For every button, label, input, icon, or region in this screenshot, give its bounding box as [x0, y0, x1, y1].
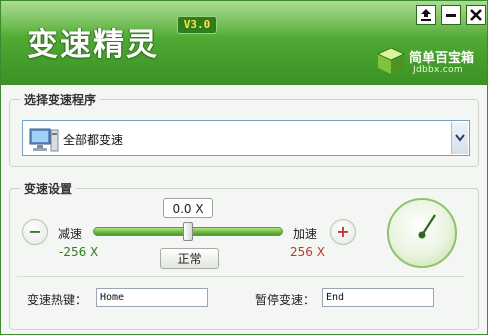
version-badge: V3.0 — [177, 16, 217, 34]
computer-icon — [29, 128, 59, 152]
title-bar[interactable]: 变速精灵 V3.0 简单百宝箱 Jdbbx.com — [1, 1, 487, 85]
plus-icon: + — [336, 222, 350, 241]
pause-hotkey-label: 暂停变速： — [255, 293, 316, 307]
program-select[interactable]: 全部都变速 — [22, 120, 470, 156]
fast-value: 256 X — [290, 245, 325, 259]
speed-gauge — [387, 198, 457, 268]
increase-speed-button[interactable]: + — [330, 219, 356, 245]
speed-slider-thumb[interactable] — [183, 222, 193, 241]
speed-hotkey-label: 变速热键： — [27, 293, 88, 307]
minus-icon: − — [28, 222, 42, 241]
brand-cube-icon — [377, 47, 405, 74]
speed-hotkey-input[interactable]: Home — [96, 288, 208, 307]
normal-speed-button[interactable]: 正常 — [160, 248, 219, 269]
pause-hotkey-input[interactable]: End — [322, 288, 434, 307]
speed-group-label: 变速设置 — [20, 180, 77, 197]
gauge-needle-icon — [418, 214, 436, 239]
current-speed-display: 0.0 X — [163, 198, 213, 218]
minimize-button[interactable] — [441, 5, 461, 25]
minimize-icon — [446, 14, 456, 17]
app-title: 变速精灵 — [27, 27, 159, 63]
divider — [17, 276, 464, 277]
upload-icon — [421, 9, 431, 21]
program-group: 选择变速程序 全部都变速 — [9, 91, 479, 167]
close-icon — [470, 9, 482, 21]
program-select-value: 全部都变速 — [63, 133, 124, 147]
slow-value: -256 X — [59, 245, 99, 259]
upload-button[interactable] — [416, 5, 436, 25]
program-group-label: 选择变速程序 — [20, 91, 101, 108]
close-button[interactable] — [466, 5, 486, 25]
slow-label: 减速 — [58, 227, 83, 241]
app-window: 变速精灵 V3.0 简单百宝箱 Jdbbx.com 选择变速程序 全部都变速 变… — [0, 0, 488, 335]
fast-label: 加速 — [293, 227, 318, 241]
brand-url: Jdbbx.com — [413, 65, 463, 75]
dropdown-arrow[interactable] — [451, 122, 468, 154]
brand-name: 简单百宝箱 — [409, 51, 475, 66]
chevron-down-icon — [455, 134, 465, 142]
decrease-speed-button[interactable]: − — [22, 219, 48, 245]
brand-logo: 简单百宝箱 Jdbbx.com — [375, 45, 483, 79]
